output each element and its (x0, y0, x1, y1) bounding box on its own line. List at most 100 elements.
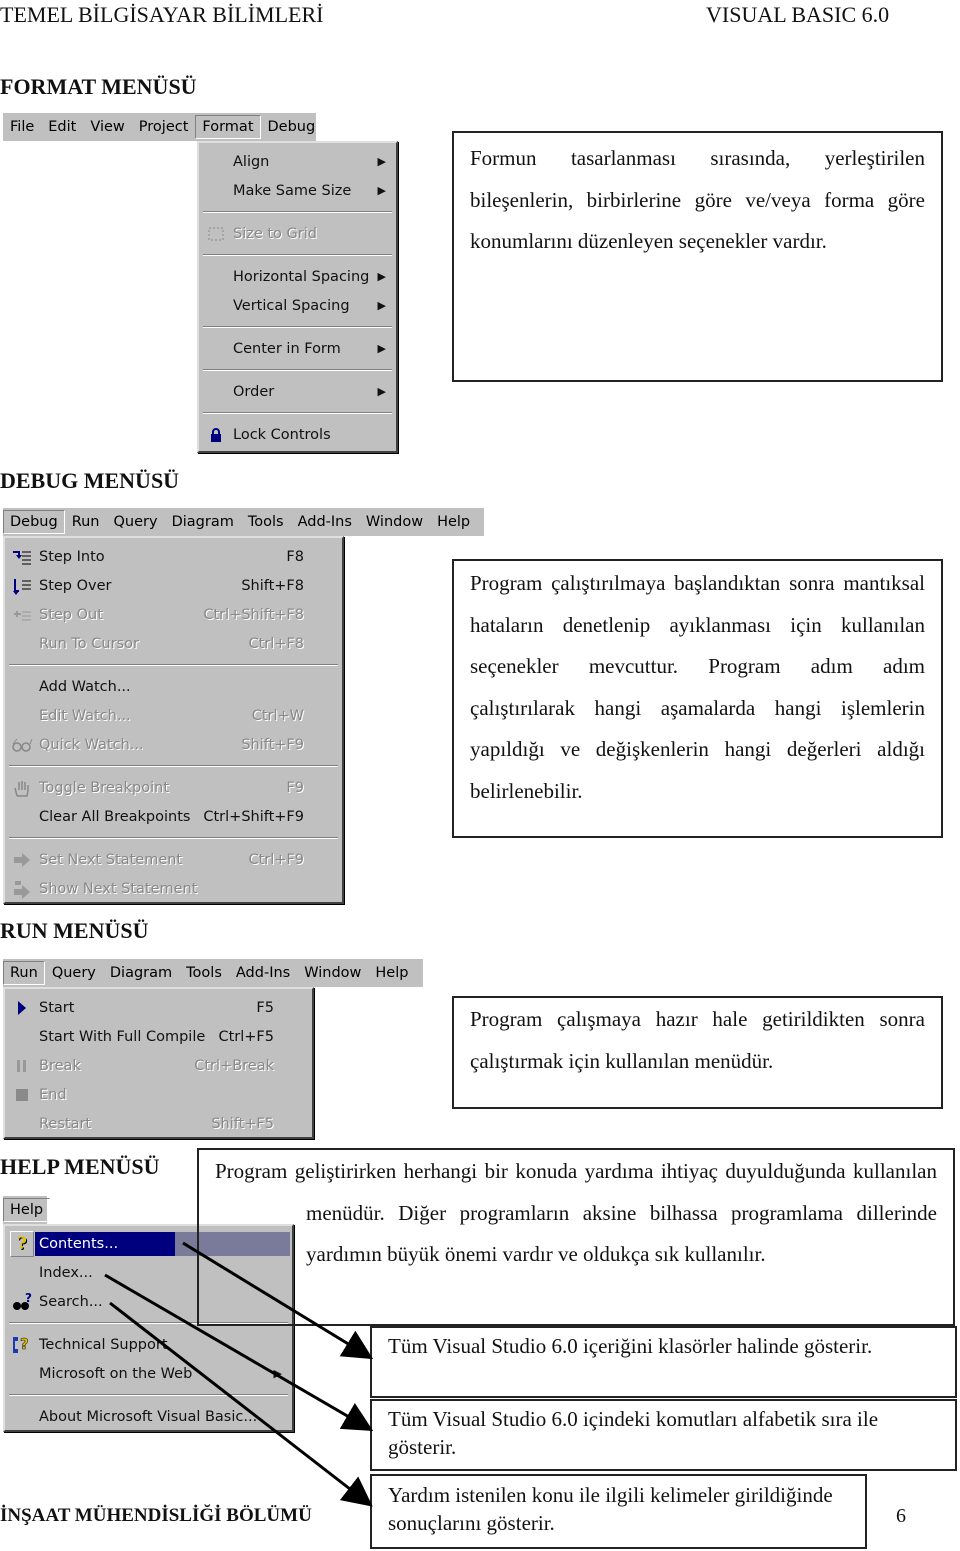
debug-menubar-run[interactable]: Run (65, 514, 107, 530)
debug-menu-item-show-next-statement[interactable]: Show Next Statement (5, 874, 342, 903)
callout-contents: Tüm Visual Studio 6.0 içeriğini klasörle… (370, 1326, 957, 1398)
format-menu-item-vertical-spacing[interactable]: Vertical Spacing ▶ (199, 291, 396, 320)
submenu-arrow-icon: ▶ (273, 1367, 282, 1380)
debug-description-box: Program çalıştırılmaya başlandıktan sonr… (452, 559, 943, 838)
step-into-icon (10, 546, 34, 568)
debug-menubar-debug[interactable]: Debug (3, 510, 65, 534)
debug-menu-item-quick-watch[interactable]: Quick Watch... Shift+F9 (5, 730, 342, 759)
format-menu-item-make-same-size[interactable]: Make Same Size ▶ (199, 176, 396, 205)
submenu-arrow-icon: ▶ (377, 385, 386, 398)
question-icon: ? (10, 1230, 34, 1257)
format-menubar-format[interactable]: Format (195, 115, 261, 139)
menu-item-label: Step Over (39, 577, 112, 594)
run-menu-item-start-with-full-compile[interactable]: Start With Full Compile Ctrl+F5 (5, 1022, 312, 1051)
run-section-title: RUN MENÜSÜ (0, 918, 149, 943)
debug-menu-item-add-watch[interactable]: Add Watch... (5, 672, 342, 701)
run-menu: Start F5 Start With Full Compile Ctrl+F5 Bre… (3, 987, 314, 1139)
help-description: Program geliştirirken herhangi bir konud… (215, 1159, 937, 1266)
callout-index: Tüm Visual Studio 6.0 içindeki komutları… (370, 1399, 957, 1471)
debug-menu-item-set-next-statement[interactable]: Set Next Statement Ctrl+F9 (5, 845, 342, 874)
debug-menubar-diagram[interactable]: Diagram (165, 514, 241, 530)
menu-separator (5, 1388, 292, 1402)
run-menubar-tools[interactable]: Tools (179, 965, 229, 981)
debug-menu-item-step-out[interactable]: Step Out Ctrl+Shift+F8 (5, 600, 342, 629)
debug-menu-item-toggle-breakpoint[interactable]: Toggle Breakpoint F9 (5, 773, 342, 802)
run-menubar-diagram[interactable]: Diagram (103, 965, 179, 981)
menu-separator (199, 406, 396, 420)
menu-item-label: Search... (39, 1293, 103, 1310)
run-menu-item-restart[interactable]: Restart Shift+F5 (5, 1109, 312, 1138)
menu-item-label: Set Next Statement (39, 851, 183, 868)
pause-icon (10, 1055, 34, 1077)
menu-item-label: Step Out (39, 606, 103, 623)
play-icon (10, 997, 34, 1019)
lock-icon (204, 424, 228, 446)
debug-section-title: DEBUG MENÜSÜ (0, 468, 180, 493)
submenu-arrow-icon: ▶ (377, 155, 386, 168)
submenu-arrow-icon: ▶ (377, 270, 386, 283)
size-to-grid-icon (204, 223, 228, 245)
hand-icon (10, 777, 34, 799)
debug-menu-item-edit-watch[interactable]: Edit Watch... Ctrl+W (5, 701, 342, 730)
menu-item-label: Technical Support (39, 1336, 168, 1353)
format-menu-item-align[interactable]: Align ▶ (199, 147, 396, 176)
run-description-box: Program çalışmaya hazır hale getirildikt… (452, 996, 943, 1109)
menu-item-label: Size to Grid (233, 225, 317, 242)
page-header-left: TEMEL BİLGİSAYAR BİLİMLERİ (0, 2, 324, 27)
format-menubar-debug[interactable]: Debug (261, 119, 323, 135)
debug-menubar-tools[interactable]: Tools (241, 514, 291, 530)
menu-item-label: Lock Controls (233, 426, 331, 443)
debug-menubar-add-ins[interactable]: Add-Ins (291, 514, 359, 530)
menu-item-shortcut: Ctrl+F9 (248, 851, 304, 868)
format-menu-item-horizontal-spacing[interactable]: Horizontal Spacing ▶ (199, 262, 396, 291)
debug-menubar-window[interactable]: Window (359, 514, 430, 530)
menu-item-label: Align (233, 153, 270, 170)
menu-separator (5, 658, 342, 672)
run-menubar-query[interactable]: Query (45, 965, 103, 981)
menu-item-label: Restart (39, 1115, 92, 1132)
debug-menu-item-step-into[interactable]: Step Into F8 (5, 542, 342, 571)
format-menu-item-size-to-grid[interactable]: Size to Grid (199, 219, 396, 248)
format-menu-item-order[interactable]: Order ▶ (199, 377, 396, 406)
run-menubar-add-ins[interactable]: Add-Ins (229, 965, 297, 981)
run-menubar-run[interactable]: Run (3, 961, 45, 985)
menu-item-label: Show Next Statement (39, 880, 198, 897)
show-next-icon (10, 878, 34, 900)
debug-menu: Step Into F8 Step Over Shift+F8 Step Out Ctrl… (3, 536, 344, 904)
run-menubar-help[interactable]: Help (368, 965, 415, 981)
format-menu-item-lock-controls[interactable]: Lock Controls (199, 420, 396, 449)
debug-menu-item-step-over[interactable]: Step Over Shift+F8 (5, 571, 342, 600)
debug-menubar-query[interactable]: Query (107, 514, 165, 530)
menu-item-label: Add Watch... (39, 678, 131, 695)
format-menu-item-center-in-form[interactable]: Center in Form ▶ (199, 334, 396, 363)
format-section-title: FORMAT MENÜSÜ (0, 74, 197, 99)
help-menu-item-technical-support[interactable]: ? Technical Support (5, 1330, 292, 1359)
debug-menu-item-run-to-cursor[interactable]: Run To Cursor Ctrl+F8 (5, 629, 342, 658)
format-menubar-file[interactable]: File (3, 119, 41, 135)
help-menu-item-about-microsoft-visual-basic[interactable]: About Microsoft Visual Basic... (5, 1402, 292, 1431)
svg-text:?: ? (25, 1293, 32, 1305)
menu-item-shortcut: Ctrl+Shift+F8 (203, 606, 304, 623)
format-menubar-edit[interactable]: Edit (41, 119, 83, 135)
help-menubar-help[interactable]: Help (3, 1198, 51, 1222)
menu-item-label: Break (39, 1057, 81, 1074)
menu-separator (5, 759, 342, 773)
format-menubar-view[interactable]: View (83, 119, 131, 135)
run-menu-item-start[interactable]: Start F5 (5, 993, 312, 1022)
menu-item-label: Center in Form (233, 340, 341, 357)
page-number: 6 (896, 1505, 906, 1527)
debug-menu-item-clear-all-breakpoints[interactable]: Clear All Breakpoints Ctrl+Shift+F9 (5, 802, 342, 831)
menu-item-shortcut: F5 (256, 999, 274, 1016)
menu-item-label: Start With Full Compile (39, 1028, 206, 1045)
callout-search: Yardım istenilen konu ile ilgili kelimel… (370, 1474, 867, 1549)
help-menu-item-microsoft-on-the-web[interactable]: Microsoft on the Web ▶ (5, 1359, 292, 1388)
menu-item-shortcut: Ctrl+F5 (218, 1028, 274, 1045)
menu-separator (199, 363, 396, 377)
callout-search-text: Yardım istenilen konu ile ilgili kelimel… (388, 1483, 833, 1535)
run-menubar-window[interactable]: Window (297, 965, 368, 981)
debug-menubar-help[interactable]: Help (430, 514, 477, 530)
format-menubar-project[interactable]: Project (132, 119, 196, 135)
menu-item-label: Index... (39, 1264, 93, 1281)
run-menu-item-end[interactable]: End (5, 1080, 312, 1109)
run-menu-item-break[interactable]: Break Ctrl+Break (5, 1051, 312, 1080)
